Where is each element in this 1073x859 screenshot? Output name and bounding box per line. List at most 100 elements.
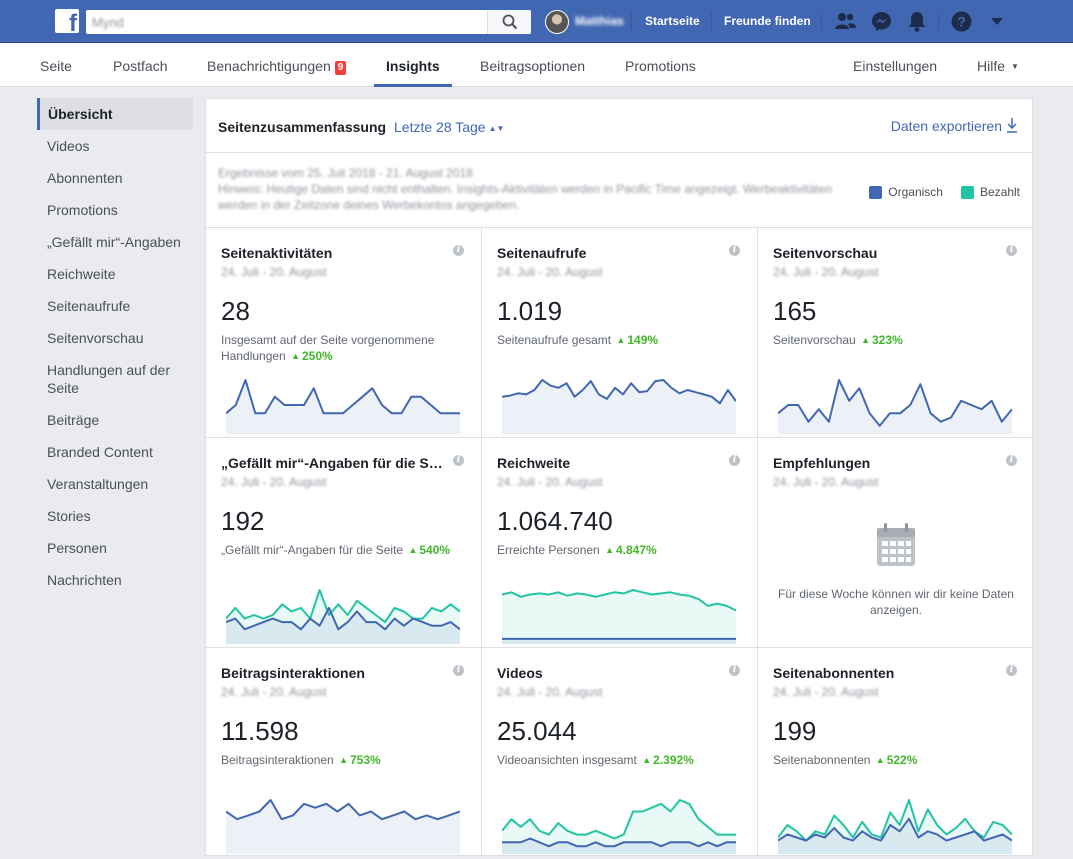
card-title: Seitenaktivitäten [221,245,333,261]
sidebar-item-nachrichten[interactable]: Nachrichten [37,564,193,596]
change-badge: 522% [874,753,918,767]
sidebar-item-handlungen[interactable]: Handlungen auf der Seite [37,354,193,404]
export-data-link[interactable]: Daten exportieren [891,117,1018,134]
tab-beitragsoptionen[interactable]: Beitragsoptionen [480,58,585,74]
account-menu-icon[interactable] [990,17,1004,26]
card-desc-text: Seitenabonnenten [773,753,871,767]
messenger-icon[interactable] [871,11,892,32]
info-icon[interactable]: i [729,455,740,466]
empty-state-message: Für diese Woche können wir dir keine Dat… [778,587,1014,617]
tab-promotions[interactable]: Promotions [625,58,696,74]
notification-badge: 9 [334,61,347,75]
search-input[interactable] [86,10,486,34]
sidebar-item-seitenvorschau[interactable]: Seitenvorschau [37,322,193,354]
metric-card-videos[interactable]: Videos i 24. Juli - 20. August 25.044 Vi… [482,647,758,857]
sparkline-chart [226,379,460,434]
sidebar-item-personen[interactable]: Personen [37,532,193,564]
sidebar-item-beitraege[interactable]: Beiträge [37,404,193,436]
nav-divider [631,12,632,31]
tab-hilfe[interactable]: Hilfe ▼ [977,58,1019,74]
sidebar-item-stories[interactable]: Stories [37,500,193,532]
sidebar-item-promotions[interactable]: Promotions [37,194,193,226]
sparkline-chart [778,799,1012,854]
sparkline-area-paid [502,590,736,644]
info-icon[interactable]: i [1006,455,1017,466]
tab-benachrichtigungen[interactable]: Benachrichtigungen 9 [207,58,347,75]
period-dropdown[interactable]: Letzte 28 Tage ▲▼ [394,119,504,135]
card-desc-text: Erreichte Personen [497,543,600,557]
sidebar-item-uebersicht[interactable]: Übersicht [37,98,193,130]
metric-card-recommendations[interactable]: Empfehlungen i 24. Juli - 20. August Für… [758,437,1034,647]
nav-divider [938,12,939,31]
metric-card-page-likes[interactable]: „Gefällt mir“-Angaben für die Seite i 24… [206,437,482,647]
sidebar-item-branded-content[interactable]: Branded Content [37,436,193,468]
metric-card-reach[interactable]: Reichweite i 24. Juli - 20. August 1.064… [482,437,758,647]
card-title: „Gefällt mir“-Angaben für die Seite [221,455,446,471]
card-date: 24. Juli - 20. August [773,685,879,699]
legend-paid: Bezahlt [960,185,1020,199]
svg-text:?: ? [957,14,966,30]
avatar[interactable] [545,10,569,34]
info-icon[interactable]: i [729,665,740,676]
info-icon[interactable]: i [453,455,464,466]
legend-label: Bezahlt [979,185,1020,199]
active-tab-indicator [374,84,452,87]
period-label: Letzte 28 Tage [394,119,486,135]
card-date: 24. Juli - 20. August [497,265,603,279]
info-icon[interactable]: i [453,245,464,256]
card-desc-text: Seitenaufrufe gesamt [497,333,612,347]
metric-card-post-engagement[interactable]: Beitragsinteraktionen i 24. Juli - 20. A… [206,647,482,857]
search-icon [502,14,518,30]
metric-card-page-followers[interactable]: Seitenabonnenten i 24. Juli - 20. August… [758,647,1034,857]
metric-card-page-previews[interactable]: Seitenvorschau i 24. Juli - 20. August 1… [758,227,1034,437]
card-date: 24. Juli - 20. August [773,265,879,279]
card-title: Empfehlungen [773,455,871,471]
card-date: 24. Juli - 20. August [221,475,327,489]
sparkline-area-organic [226,380,460,434]
results-info: Ergebnisse vom 25. Juli 2018 - 21. Augus… [218,165,848,213]
nav-divider [821,12,822,31]
change-badge: 540% [406,543,450,557]
metric-card-page-actions[interactable]: Seitenaktivitäten i 24. Juli - 20. Augus… [206,227,482,437]
insights-sidebar: Übersicht Videos Abonnenten Promotions „… [37,98,193,596]
home-link[interactable]: Startseite [645,14,700,28]
search-button[interactable] [487,10,531,34]
card-value: 28 [221,296,250,326]
legend-swatch [960,185,974,199]
search-box [86,10,531,34]
card-value: 165 [773,296,817,326]
find-friends-link[interactable]: Freunde finden [724,14,811,28]
metric-card-page-views[interactable]: Seitenaufrufe i 24. Juli - 20. August 1.… [482,227,758,437]
card-date: 24. Juli - 20. August [497,685,603,699]
tab-postfach[interactable]: Postfach [113,58,167,74]
sparkline-chart [502,799,736,854]
card-description: Erreichte Personen 4.847% [497,542,732,558]
tab-insights[interactable]: Insights [386,58,440,74]
sidebar-item-abonnenten[interactable]: Abonnenten [37,162,193,194]
sidebar-item-seitenaufrufe[interactable]: Seitenaufrufe [37,290,193,322]
sidebar-item-videos[interactable]: Videos [37,130,193,162]
page-summary-panel: Seitenzusammenfassung Letzte 28 Tage ▲▼ D… [205,98,1034,857]
info-icon[interactable]: i [453,665,464,676]
info-icon[interactable]: i [729,245,740,256]
card-title: Seitenabonnenten [773,665,895,681]
card-title: Seitenaufrufe [497,245,587,261]
info-icon[interactable]: i [1006,665,1017,676]
card-description: Seitenaufrufe gesamt 149% [497,332,732,348]
notifications-icon[interactable] [907,11,927,32]
card-date: 24. Juli - 20. August [773,475,879,489]
tab-einstellungen[interactable]: Einstellungen [853,58,937,74]
card-description: Seitenvorschau 323% [773,332,1008,348]
sidebar-item-reichweite[interactable]: Reichweite [37,258,193,290]
help-icon[interactable]: ? [951,11,972,32]
card-description: Beitragsinteraktionen 753% [221,752,456,768]
tab-seite[interactable]: Seite [40,58,72,74]
sidebar-item-veranstaltungen[interactable]: Veranstaltungen [37,468,193,500]
sidebar-item-gefaellt-mir[interactable]: „Gefällt mir“-Angaben [37,226,193,258]
legend-swatch [869,185,883,199]
profile-link[interactable]: Matthias [575,14,624,28]
change-badge: 149% [614,333,658,347]
facebook-logo-icon[interactable]: f [55,9,79,33]
friends-icon[interactable] [834,11,856,31]
info-icon[interactable]: i [1006,245,1017,256]
